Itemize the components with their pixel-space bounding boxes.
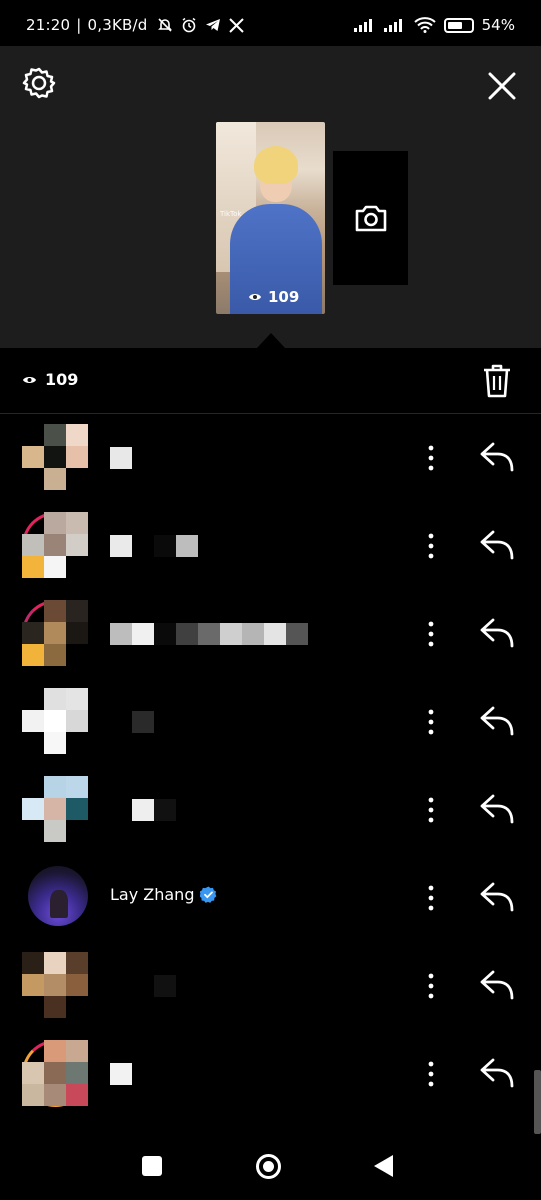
network-speed: 0,3KB/d xyxy=(87,16,148,34)
system-nav-bar xyxy=(0,1136,541,1200)
viewer-row[interactable] xyxy=(0,942,541,1030)
battery-icon xyxy=(443,17,474,33)
avatar[interactable] xyxy=(22,776,89,843)
avatar[interactable] xyxy=(22,952,89,1019)
viewer-row[interactable] xyxy=(0,1030,541,1118)
viewer-name-pixelated xyxy=(110,975,176,997)
viewer-row[interactable]: Lay Zhang xyxy=(0,854,541,942)
viewers-summary: 109 xyxy=(0,348,541,414)
avatar[interactable] xyxy=(28,866,88,926)
reply-icon[interactable] xyxy=(478,880,516,914)
selection-pointer xyxy=(257,333,285,348)
viewer-row[interactable] xyxy=(0,766,541,854)
viewer-name-pixelated xyxy=(110,535,198,557)
reply-icon[interactable] xyxy=(478,968,516,1002)
story-thumbnail[interactable]: TikTok 109 xyxy=(216,122,325,314)
viewer-count: 109 xyxy=(22,370,78,389)
reply-icon[interactable] xyxy=(478,1056,516,1090)
reply-icon[interactable] xyxy=(478,792,516,826)
viewer-name-pixelated xyxy=(110,799,176,821)
viewer-name-pixelated xyxy=(110,1063,132,1085)
status-bar: 21:20 | 0,3KB/d 54% xyxy=(0,0,541,46)
alarm-icon xyxy=(183,17,196,33)
avatar[interactable] xyxy=(22,512,89,579)
eye-icon xyxy=(249,294,261,300)
viewer-name-pixelated xyxy=(110,447,132,469)
signal-icon xyxy=(353,19,372,32)
avatar[interactable] xyxy=(22,688,89,755)
x-icon xyxy=(229,17,245,33)
more-vertical-icon[interactable] xyxy=(420,530,442,562)
viewer-row[interactable] xyxy=(0,678,541,766)
status-time: 21:20 xyxy=(26,16,71,34)
story-view-count: 109 xyxy=(248,288,299,306)
viewer-row[interactable] xyxy=(0,590,541,678)
wifi-icon xyxy=(413,17,436,33)
gear-icon[interactable] xyxy=(22,66,56,100)
telegram-icon xyxy=(206,19,221,31)
more-vertical-icon[interactable] xyxy=(420,442,442,474)
battery-percent: 54% xyxy=(481,16,515,34)
viewer-name-pixelated xyxy=(110,623,308,645)
eye-icon xyxy=(23,376,36,383)
avatar[interactable] xyxy=(22,424,89,491)
more-vertical-icon[interactable] xyxy=(420,794,442,826)
thumbnail-watermark: TikTok xyxy=(220,210,242,218)
more-vertical-icon[interactable] xyxy=(420,882,442,914)
avatar[interactable] xyxy=(22,600,89,667)
avatar[interactable] xyxy=(22,1040,89,1107)
viewer-row[interactable] xyxy=(0,502,541,590)
viewer-row[interactable] xyxy=(0,414,541,502)
status-separator: | xyxy=(76,16,82,34)
verified-badge-icon xyxy=(200,886,217,903)
story-preview-panel: TikTok 109 xyxy=(0,46,541,348)
camera-icon xyxy=(355,205,386,232)
more-vertical-icon[interactable] xyxy=(420,706,442,738)
add-story-button[interactable] xyxy=(333,151,408,285)
more-vertical-icon[interactable] xyxy=(420,618,442,650)
recents-button[interactable] xyxy=(142,1156,162,1176)
reply-icon[interactable] xyxy=(478,440,516,474)
home-button[interactable] xyxy=(256,1154,281,1179)
viewer-name-pixelated xyxy=(110,711,154,733)
signal-icon xyxy=(383,19,402,32)
back-button[interactable] xyxy=(374,1155,393,1177)
reply-icon[interactable] xyxy=(478,616,516,650)
trash-icon[interactable] xyxy=(482,364,512,398)
viewer-name: Lay Zhang xyxy=(110,885,217,904)
scrollbar[interactable] xyxy=(534,1070,541,1134)
more-vertical-icon[interactable] xyxy=(420,970,442,1002)
more-vertical-icon[interactable] xyxy=(420,1058,442,1090)
reply-icon[interactable] xyxy=(478,704,516,738)
close-icon[interactable] xyxy=(486,70,518,102)
reply-icon[interactable] xyxy=(478,528,516,562)
bell-off-icon xyxy=(158,18,173,32)
